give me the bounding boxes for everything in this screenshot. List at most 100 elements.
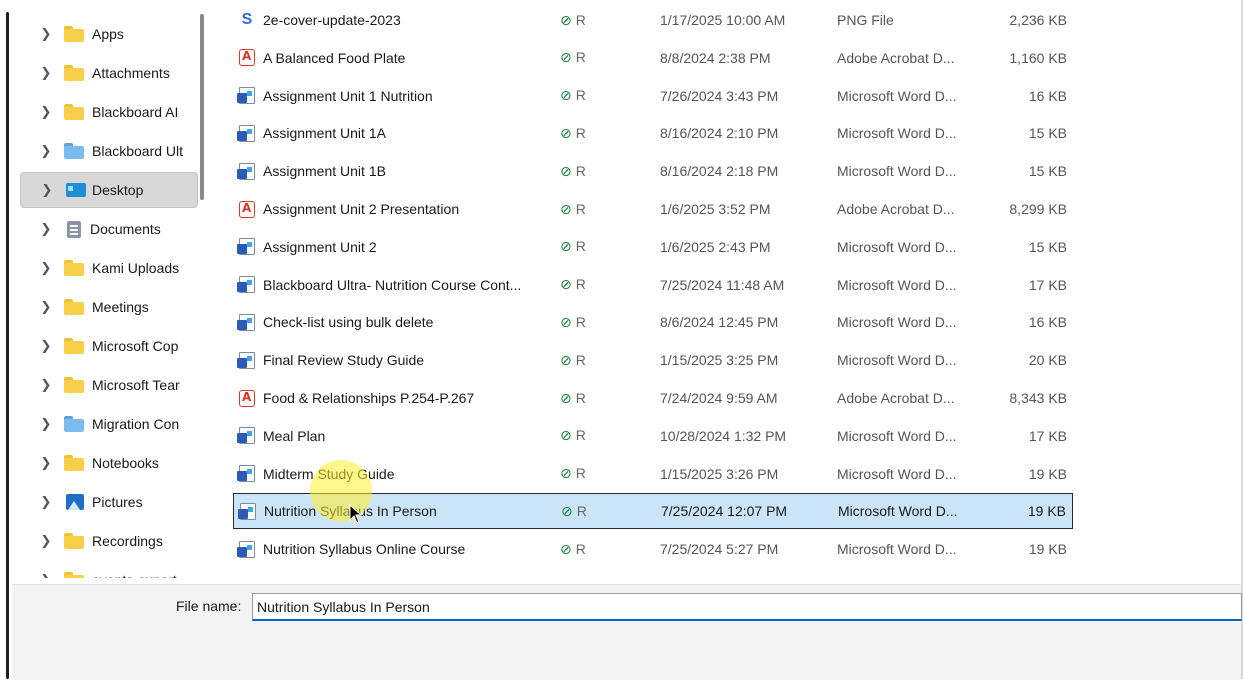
shared-person-icon: R: [575, 87, 586, 104]
nav-item-apps[interactable]: ❯ Apps: [20, 16, 200, 52]
shared-person-icon: R: [575, 200, 586, 217]
word-file-icon: [237, 87, 255, 105]
nav-item-microsoft-cop[interactable]: ❯ Microsoft Cop: [20, 328, 200, 364]
shared-person-icon: R: [575, 540, 586, 557]
file-row[interactable]: S 2e-cover-update-2023 ⊘ R 1/17/2025 10:00 A…: [233, 2, 1073, 38]
folder-blue-icon: [64, 143, 86, 159]
nav-item-label: Blackboard AI: [92, 104, 179, 120]
nav-item-migration-con[interactable]: ❯ Migration Con: [20, 406, 200, 442]
chevron-right-icon[interactable]: ❯: [38, 104, 54, 120]
pdf-file-icon: [239, 389, 255, 407]
chevron-right-icon[interactable]: ❯: [38, 338, 54, 354]
available-check-icon: ⊘: [560, 465, 572, 482]
available-check-icon: ⊘: [561, 502, 573, 519]
chevron-right-icon[interactable]: ❯: [38, 494, 54, 510]
nav-item-events-export[interactable]: ❯ events-export: [20, 562, 200, 578]
file-date: 8/8/2024 2:38 PM: [660, 49, 771, 66]
nav-item-attachments[interactable]: ❯ Attachments: [20, 55, 200, 91]
file-row[interactable]: Assignment Unit 2 Presentation ⊘R 1/6/2025…: [233, 191, 1073, 227]
sidebar-scrollbar[interactable]: [200, 14, 204, 200]
nav-item-label: Migration Con: [92, 416, 180, 432]
nav-item-label: Pictures: [92, 494, 143, 510]
file-row[interactable]: Nutrition Syllabus Online Course ⊘ R 7/25/2…: [233, 531, 1073, 567]
word-file-icon: [237, 276, 255, 294]
folder-yellow-icon: [64, 455, 86, 471]
navigation-pane: ❯ Apps ❯ Attachments ❯ Blackboard AI ❯ B…: [12, 0, 202, 578]
sync-status: ⊘ R: [560, 201, 586, 218]
file-row[interactable]: Assignment Unit 1B ⊘ R 8/16/2024 2:18 PM Mic…: [233, 153, 1073, 189]
nav-item-desktop[interactable]: ❯ Desktop: [20, 172, 198, 208]
file-type: PNG File: [837, 12, 894, 28]
available-check-icon: ⊘: [560, 11, 572, 28]
nav-item-label: Meetings: [92, 299, 149, 315]
chevron-right-icon[interactable]: ❯: [38, 455, 54, 471]
chevron-right-icon[interactable]: ❯: [38, 143, 54, 159]
file-size: 20 KB: [1028, 352, 1067, 369]
sync-status: ⊘ R: [560, 314, 586, 331]
file-date: 10/28/2024 1:32 PM: [660, 427, 787, 444]
chevron-right-icon[interactable]: ❯: [39, 182, 55, 198]
chevron-right-icon[interactable]: ❯: [38, 299, 54, 315]
sync-status: ⊘ R: [561, 503, 587, 520]
file-type: Adobe Acrobat D...: [837, 49, 955, 66]
shared-person-icon: R: [575, 124, 586, 141]
file-row[interactable]: Final Review Study Guide ⊘ R 1/15/2025 3:25…: [233, 342, 1073, 378]
chevron-right-icon[interactable]: ❯: [38, 377, 54, 393]
file-row[interactable]: Assignment Unit 1A ⊘ R 8/16/2024 2:10 PM Mic…: [233, 115, 1073, 151]
available-check-icon: ⊘: [560, 162, 572, 179]
nav-item-pictures[interactable]: ❯ Pictures: [20, 484, 200, 520]
nav-item-blackboard-ult[interactable]: ❯ Blackboard Ult: [20, 133, 200, 169]
nav-item-microsoft-tear[interactable]: ❯ Microsoft Tear: [20, 367, 200, 403]
file-name: Final Review Study Guide: [263, 352, 425, 369]
nav-item-label: Notebooks: [92, 455, 159, 471]
file-name-input[interactable]: [252, 593, 1242, 621]
file-date: 7/26/2024 3:43 PM: [660, 87, 779, 104]
chevron-right-icon[interactable]: ❯: [38, 416, 54, 432]
available-check-icon: ⊘: [560, 313, 572, 330]
shared-person-icon: R: [575, 465, 586, 482]
window-border: [6, 12, 9, 679]
file-size: 17 KB: [1028, 276, 1067, 293]
shared-person-icon: R: [575, 49, 586, 66]
nav-item-recordings[interactable]: ❯ Recordings: [20, 523, 200, 559]
nav-item-meetings[interactable]: ❯ Meetings: [20, 289, 200, 325]
shared-person-icon: R: [576, 502, 587, 519]
nav-item-notebooks[interactable]: ❯ Notebooks: [20, 445, 200, 481]
chevron-right-icon[interactable]: ❯: [38, 572, 54, 578]
nav-item-label: Microsoft Tear: [92, 377, 180, 393]
file-name-panel: File name:: [12, 584, 1242, 680]
file-row[interactable]: A Balanced Food Plate ⊘R 8/8/2024 2:38 PM A…: [233, 40, 1073, 76]
file-row[interactable]: Midterm Study Guide ⊘ R 1/15/2025 3:26 PM Mi…: [233, 456, 1073, 492]
chevron-right-icon[interactable]: ❯: [38, 65, 54, 81]
word-file-icon: [237, 427, 255, 445]
file-row[interactable]: Blackboard Ultra- Nutrition Course Cont.…: [233, 267, 1073, 303]
chevron-right-icon[interactable]: ❯: [38, 533, 54, 549]
word-file-icon: [238, 502, 256, 520]
sync-status: ⊘ R: [560, 87, 586, 104]
file-size: 19 KB: [1028, 541, 1067, 558]
chevron-right-icon[interactable]: ❯: [38, 260, 54, 276]
sync-status: ⊘ R: [560, 352, 586, 369]
folder-yellow-icon: [64, 104, 86, 120]
file-name: Meal Plan: [263, 427, 326, 444]
nav-item-label: Apps: [92, 26, 124, 42]
file-row[interactable]: Meal Plan ⊘ R 10/28/2024 1:32 PM Microsoft W…: [233, 418, 1073, 454]
chevron-right-icon[interactable]: ❯: [38, 221, 54, 237]
chevron-right-icon[interactable]: ❯: [38, 26, 54, 42]
file-type: Microsoft Word D...: [837, 541, 957, 558]
file-type: Microsoft Word D...: [837, 276, 957, 293]
file-row[interactable]: Assignment Unit 1 Nutrition ⊘ R 7/26/2024 3…: [233, 78, 1073, 114]
available-check-icon: ⊘: [560, 49, 572, 66]
file-date: 8/6/2024 12:45 PM: [660, 314, 779, 331]
nav-item-kami-uploads[interactable]: ❯ Kami Uploads: [20, 250, 200, 286]
nav-item-documents[interactable]: ❯ Documents: [20, 211, 200, 247]
file-row[interactable]: Check-list using bulk delete ⊘ R 8/6/2024 1…: [233, 304, 1073, 340]
file-row[interactable]: Assignment Unit 2 ⊘ R 1/6/2025 2:43 PM Micro…: [233, 229, 1073, 265]
file-row[interactable]: Food & Relationships P.254-P.267 ⊘R 7/24/2…: [233, 380, 1073, 416]
file-row[interactable]: Nutrition Syllabus In Person ⊘ R 7/25/2024 …: [233, 493, 1073, 530]
window-left-edge: [0, 0, 9, 679]
nav-item-blackboard-ai[interactable]: ❯ Blackboard AI: [20, 94, 200, 130]
file-type: Microsoft Word D...: [838, 503, 958, 520]
file-size: 16 KB: [1028, 87, 1067, 104]
file-name: Assignment Unit 2: [263, 238, 377, 255]
